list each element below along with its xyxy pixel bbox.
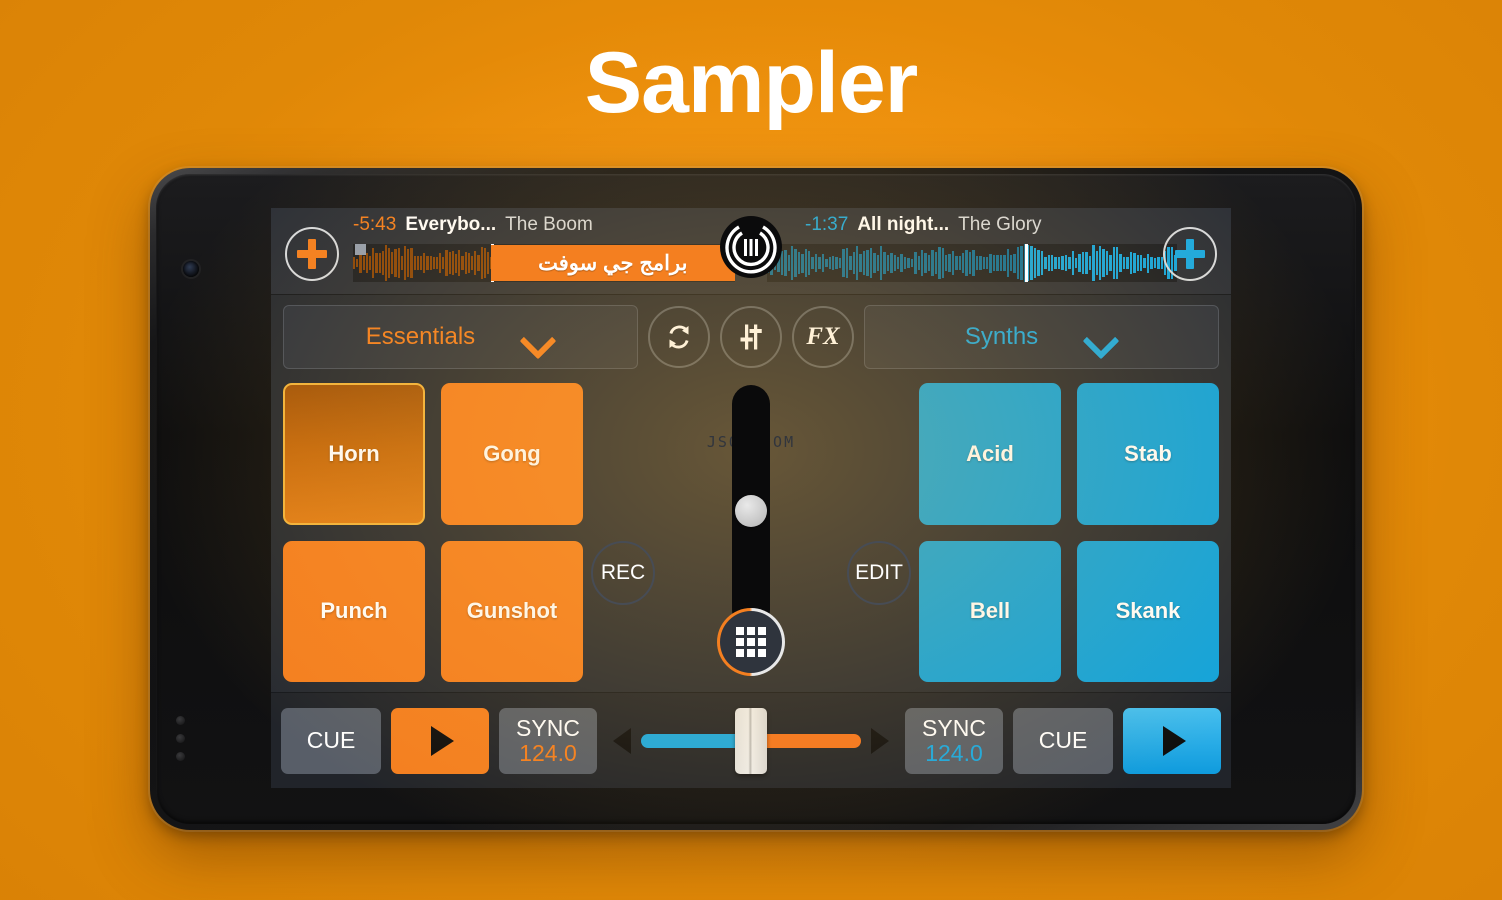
deck-b-track-info: -1:37 All night... The Glory bbox=[805, 214, 1231, 240]
sample-pad[interactable]: Acid bbox=[919, 383, 1061, 525]
record-button[interactable]: REC bbox=[591, 541, 655, 605]
crossfader-left-arrow-icon[interactable] bbox=[613, 727, 631, 754]
front-camera-icon bbox=[183, 261, 199, 277]
record-button-label: REC bbox=[600, 561, 646, 584]
sample-pad[interactable]: Stab bbox=[1077, 383, 1219, 525]
sample-pad-label: Gunshot bbox=[466, 598, 558, 624]
cue-button-label: CUE bbox=[306, 727, 356, 753]
sync-button-deck-a[interactable]: SYNC 124.0 bbox=[499, 707, 597, 774]
phone-device-frame: -5:43 Everybo... The Boom برامج جي سوفت … bbox=[150, 168, 1362, 830]
sample-pad-label: Gong bbox=[483, 440, 541, 466]
deck-a-track-artist: The Boom bbox=[505, 214, 593, 235]
sample-pad[interactable]: Bell bbox=[919, 540, 1061, 682]
deck-a-track-info: -5:43 Everybo... The Boom bbox=[353, 214, 751, 240]
plus-icon bbox=[297, 239, 327, 269]
play-icon bbox=[1163, 725, 1186, 756]
deck-a-cue-marker bbox=[355, 244, 366, 255]
deck-header-bar: -5:43 Everybo... The Boom برامج جي سوفت … bbox=[271, 208, 1231, 295]
pad-grid-icon bbox=[736, 627, 766, 657]
volume-slider-knob[interactable] bbox=[735, 495, 767, 527]
pad-grid-button[interactable] bbox=[717, 608, 785, 676]
fx-label: FX bbox=[806, 323, 840, 350]
deck-a-waveform[interactable]: برامج جي سوفت bbox=[353, 244, 735, 282]
sample-pad-label: Skank bbox=[1115, 598, 1181, 624]
cue-button-deck-a[interactable]: CUE bbox=[281, 707, 381, 774]
category-select-left[interactable]: Essentials bbox=[283, 305, 638, 369]
play-button-deck-b[interactable] bbox=[1123, 707, 1221, 774]
deck-b: -1:37 All night... The Glory bbox=[751, 208, 1231, 294]
cue-button-deck-b[interactable]: CUE bbox=[1013, 707, 1113, 774]
loop-button[interactable] bbox=[648, 306, 710, 368]
cue-button-label: CUE bbox=[1038, 727, 1088, 753]
play-button-deck-a[interactable] bbox=[391, 707, 489, 774]
loop-icon bbox=[669, 325, 689, 349]
mixer-button[interactable] bbox=[720, 306, 782, 368]
sync-button-deck-b[interactable]: SYNC 124.0 bbox=[905, 707, 1003, 774]
sampler-toolbar: Essentials FX Synths bbox=[271, 295, 1231, 379]
bpm-value: 124.0 bbox=[925, 739, 983, 766]
load-track-button-deck-a[interactable] bbox=[285, 227, 339, 281]
sample-pad[interactable]: Skank bbox=[1077, 540, 1219, 682]
sample-pad[interactable]: Horn bbox=[283, 383, 425, 525]
sample-pad[interactable]: Gunshot bbox=[441, 540, 583, 682]
sampler-volume-slider[interactable] bbox=[732, 385, 770, 629]
plus-icon bbox=[1175, 239, 1205, 269]
sample-pad-label: Punch bbox=[320, 598, 388, 624]
deck-a-time-remaining: -5:43 bbox=[353, 214, 397, 235]
sample-pad-label: Horn bbox=[328, 440, 380, 466]
crossfader[interactable] bbox=[607, 707, 895, 774]
promo-background: Sampler -5:43 Everybo... The Boom برامج … bbox=[0, 0, 1502, 900]
sampler-center-controls: JSOF COM REC EDIT bbox=[583, 383, 919, 682]
app-screen: -5:43 Everybo... The Boom برامج جي سوفت … bbox=[271, 208, 1231, 788]
deck-a-track-title: Everybo... bbox=[405, 214, 497, 235]
chevron-down-icon bbox=[521, 328, 555, 347]
fx-button[interactable]: FX bbox=[792, 306, 854, 368]
sample-pad-label: Acid bbox=[966, 440, 1014, 466]
play-icon bbox=[431, 725, 454, 756]
crossfader-handle[interactable] bbox=[735, 707, 767, 774]
sync-label: SYNC bbox=[516, 715, 580, 742]
pad-grid-left: Horn Gong Punch Gunshot bbox=[283, 383, 583, 682]
deck-a-watermark-text: برامج جي سوفت bbox=[490, 245, 735, 281]
crossfader-track[interactable] bbox=[641, 707, 861, 774]
chevron-down-icon bbox=[1084, 328, 1118, 347]
deck-b-playhead bbox=[1025, 244, 1029, 282]
sampler-pad-area: Horn Gong Punch Gunshot JSOF COM REC EDI… bbox=[271, 379, 1231, 692]
category-right-label: Synths bbox=[964, 323, 1039, 350]
transport-bar: CUE SYNC 124.0 SYNC 124.0 CUE bbox=[271, 692, 1231, 788]
load-track-button-deck-b[interactable] bbox=[1163, 227, 1217, 281]
deck-b-track-artist: The Glory bbox=[958, 214, 1042, 235]
speaker-dots bbox=[176, 716, 190, 762]
crossfader-right-arrow-icon[interactable] bbox=[871, 727, 889, 754]
category-select-right[interactable]: Synths bbox=[864, 305, 1219, 369]
deck-a: -5:43 Everybo... The Boom برامج جي سوفت bbox=[271, 208, 751, 294]
sample-pad[interactable]: Punch bbox=[283, 540, 425, 682]
pad-grid-right: Acid Stab Bell Skank bbox=[919, 383, 1219, 682]
sync-label: SYNC bbox=[922, 715, 986, 742]
sample-pad-label: Stab bbox=[1124, 440, 1172, 466]
sample-pad[interactable]: Gong bbox=[441, 383, 583, 525]
deck-b-time-remaining: -1:37 bbox=[805, 214, 849, 235]
category-left-label: Essentials bbox=[365, 323, 476, 350]
mixer-sliders-icon bbox=[740, 324, 762, 350]
page-title: Sampler bbox=[584, 35, 918, 131]
deck-b-waveform[interactable] bbox=[767, 244, 1177, 282]
edit-button-label: EDIT bbox=[855, 561, 903, 584]
edit-button[interactable]: EDIT bbox=[847, 541, 911, 605]
crossfader-deck-a-segment bbox=[751, 733, 861, 748]
deck-b-track-title: All night... bbox=[857, 214, 950, 235]
crossdj-logo-icon bbox=[720, 216, 782, 278]
bpm-value: 124.0 bbox=[519, 739, 577, 766]
sample-pad-label: Bell bbox=[969, 598, 1011, 624]
